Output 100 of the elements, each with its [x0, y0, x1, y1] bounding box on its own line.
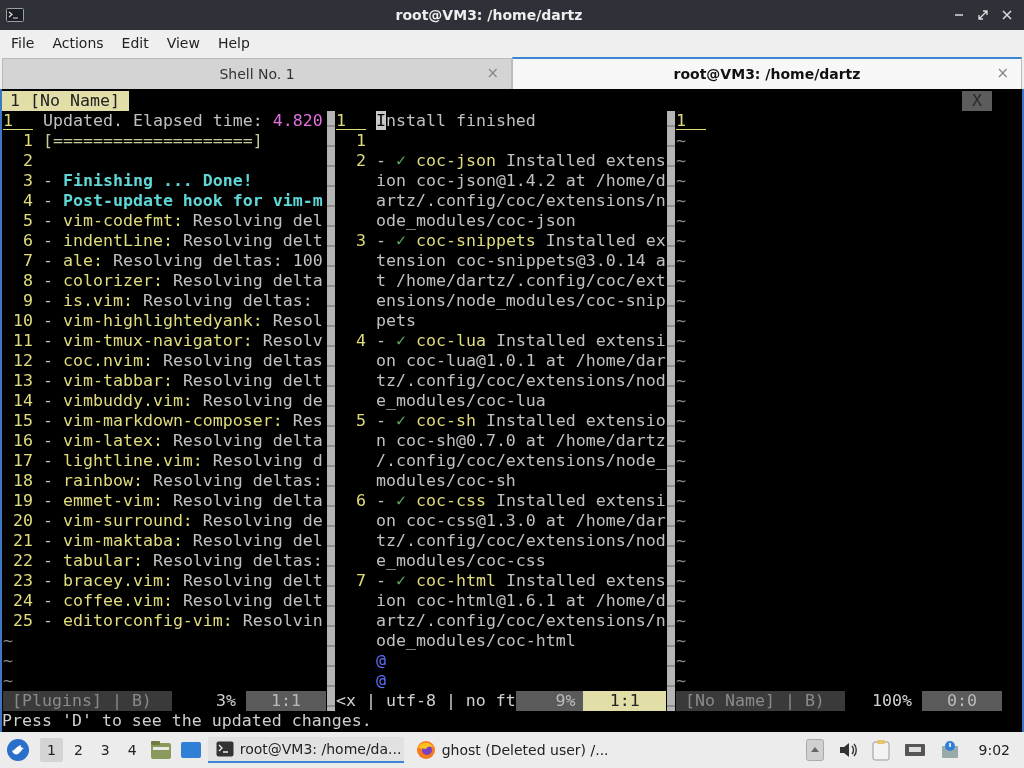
- line-number: 1: [22, 131, 33, 151]
- line-number: 1: [336, 111, 366, 130]
- code-line: ~: [676, 351, 686, 371]
- line-number: 15: [12, 411, 33, 431]
- code-line: ~: [676, 231, 686, 251]
- folder-icon[interactable]: [149, 740, 172, 760]
- desktop-icon[interactable]: [179, 740, 202, 760]
- terminal-tab[interactable]: Shell No. 1 ×: [2, 58, 512, 89]
- code-line: - tabular: Resolving deltas:: [43, 551, 323, 571]
- code-line: - vim-codefmt: Resolving del: [43, 211, 323, 231]
- line-number: 5: [22, 211, 33, 231]
- notification-icon[interactable]: [939, 740, 960, 760]
- scroll-percent: 9%: [515, 691, 584, 711]
- code-line: ~: [676, 291, 686, 311]
- code-line: ~: [676, 151, 686, 171]
- code-line: ~: [676, 391, 686, 411]
- taskbar-window[interactable]: root@VM3: /home/da...: [207, 737, 404, 763]
- code-line: - ✓ coc-html Installed extens: [376, 571, 666, 591]
- network-icon[interactable]: [903, 741, 926, 759]
- line-number: 19: [12, 491, 33, 511]
- code-line: - editorconfig-vim: Resolvin: [43, 611, 323, 631]
- line-number: 3: [355, 231, 366, 251]
- cursor-position: 1:1: [246, 691, 326, 711]
- line-number: 25: [12, 611, 33, 631]
- scroll-percent: 3%: [215, 691, 237, 711]
- code-line: Updated. Elapsed time: 4.820: [43, 111, 323, 131]
- line-number: 7: [355, 571, 366, 591]
- line-number: 7: [22, 251, 33, 271]
- menu-item[interactable]: View: [157, 35, 209, 51]
- menu-item[interactable]: Help: [208, 35, 259, 51]
- line-number: 11: [12, 331, 33, 351]
- workspace-button[interactable]: 3: [93, 738, 117, 762]
- code-line: - ✓ coc-sh Installed extensio: [376, 411, 666, 431]
- code-line: artz/.config/coc/extensions/n: [376, 191, 666, 211]
- code-line: ~: [676, 451, 686, 471]
- code-line: - vim-maktaba: Resolving del: [43, 531, 323, 551]
- line-number: 2: [355, 151, 366, 171]
- code-line: ion coc-html@1.6.1 at /home/d: [376, 591, 666, 611]
- code-line: - Finishing ... Done!: [43, 171, 253, 191]
- line-number: 1: [3, 111, 33, 130]
- code-line: @: [376, 671, 386, 691]
- code-line: - vim-markdown-composer: Res: [43, 411, 323, 431]
- code-line: on coc-css@1.3.0 at /home/dar: [376, 511, 666, 531]
- line-number: 22: [12, 551, 33, 571]
- code-line: ~: [676, 651, 686, 671]
- line-number: 1: [355, 131, 366, 151]
- code-line: ~: [676, 331, 686, 351]
- code-line: ~: [676, 531, 686, 551]
- line-number: 2: [22, 151, 33, 171]
- close-icon[interactable]: [1002, 10, 1012, 20]
- clock[interactable]: 9:02: [978, 742, 1010, 758]
- code-line: - vim-highlightedyank: Resol: [43, 311, 323, 331]
- code-line: - is.vim: Resolving deltas:: [43, 291, 313, 311]
- code-line: /.config/coc/extensions/node_: [376, 451, 666, 471]
- code-line: on coc-lua@1.0.1 at /home/dar: [376, 351, 666, 371]
- line-number: 3: [22, 171, 33, 191]
- menu-item[interactable]: Edit: [112, 35, 158, 51]
- line-number: 9: [22, 291, 33, 311]
- menu-item[interactable]: Actions: [43, 35, 113, 51]
- code-line: ~: [676, 491, 686, 511]
- code-line: - indentLine: Resolving delt: [43, 231, 323, 251]
- line-number: 4: [355, 331, 366, 351]
- code-line: - emmet-vim: Resolving delta: [43, 491, 323, 511]
- code-line: ~: [3, 631, 13, 651]
- code-line: ~: [676, 171, 686, 191]
- line-number: 18: [12, 471, 33, 491]
- browser-icon: [415, 740, 436, 760]
- buffer-tab[interactable]: 1 [No Name]: [2, 91, 129, 111]
- code-line: - vim-latex: Resolving delta: [43, 431, 323, 451]
- speaker-icon[interactable]: [837, 741, 858, 759]
- line-number: 4: [22, 191, 33, 211]
- code-line: - bracey.vim: Resolving delt: [43, 571, 323, 591]
- code-line: ~: [676, 131, 686, 151]
- code-line: ~: [676, 371, 686, 391]
- code-line: e_modules/coc-css: [376, 551, 546, 571]
- line-number: 21: [12, 531, 33, 551]
- code-line: - vim-surround: Resolving de: [43, 511, 323, 531]
- code-line: - coc.nvim: Resolving deltas: [43, 351, 323, 371]
- menu-item[interactable]: File: [2, 35, 44, 51]
- code-line: - ✓ coc-lua Installed extensi: [376, 331, 666, 351]
- line-number: 16: [12, 431, 33, 451]
- code-line: ~: [676, 591, 686, 611]
- workspace-button[interactable]: 1: [40, 738, 63, 762]
- line-number: 5: [355, 411, 366, 431]
- code-line: ~: [676, 471, 686, 491]
- code-line: - coffee.vim: Resolving delt: [43, 591, 323, 611]
- workspace-button[interactable]: 2: [66, 738, 90, 762]
- file-label: [No Name] | B): [676, 691, 845, 711]
- workspace-button[interactable]: 4: [120, 738, 144, 762]
- maximize-icon[interactable]: [978, 10, 988, 20]
- code-line: - vim-tabbar: Resolving delt: [43, 371, 323, 391]
- line-number: 13: [12, 371, 33, 391]
- code-line: n coc-sh@0.7.0 at /home/dartz: [376, 431, 666, 451]
- code-line: ~: [676, 431, 686, 451]
- start-icon[interactable]: [6, 738, 30, 762]
- clipboard-icon[interactable]: [871, 739, 890, 761]
- terminal-tab[interactable]: root@VM3: /home/dartz ×: [512, 57, 1022, 89]
- code-line: [====================]: [43, 131, 263, 151]
- line-number: 1: [676, 111, 706, 130]
- message-line: Press 'D' to see the updated changes.: [2, 711, 372, 731]
